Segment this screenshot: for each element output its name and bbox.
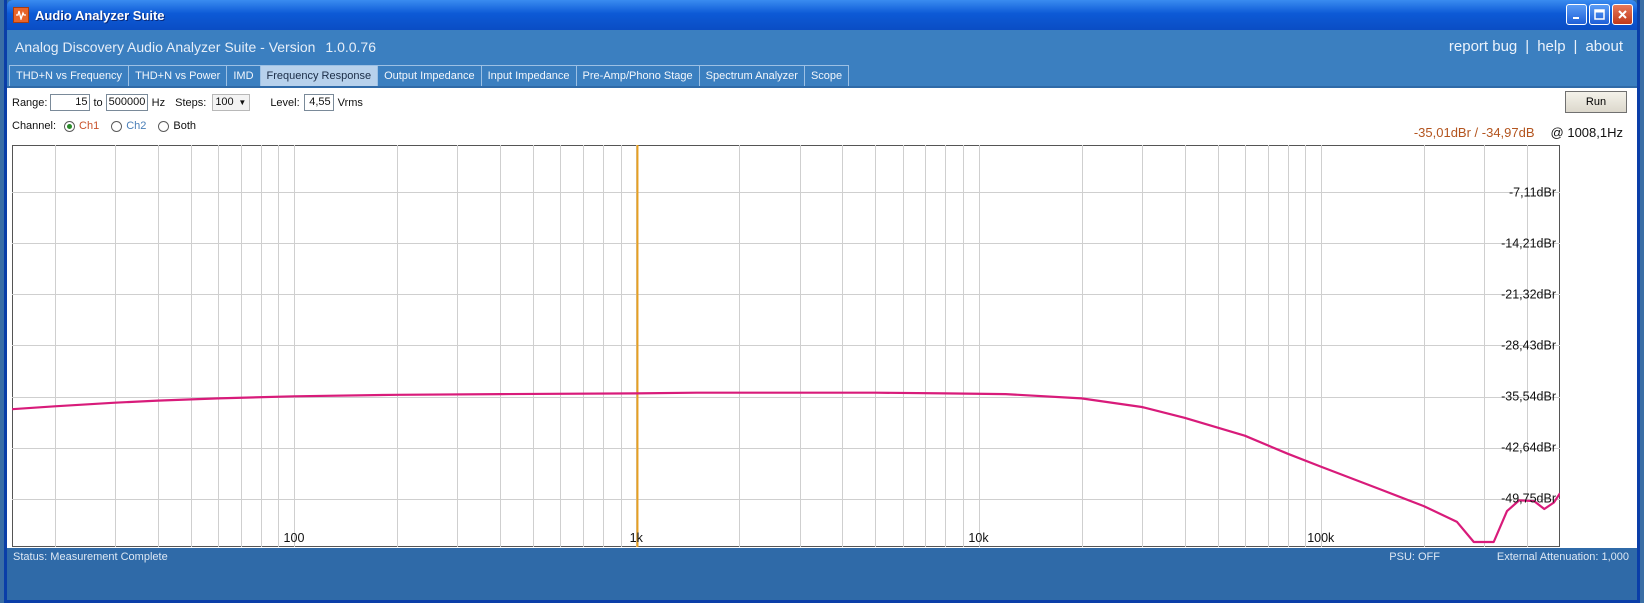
steps-value: 100 [215, 96, 234, 108]
cursor-readout: -35,01dBr / -34,97dB @ 1008,1Hz [1414, 125, 1623, 140]
tab-thdn-vs-power[interactable]: THD+N vs Power [128, 65, 228, 86]
chart-svg[interactable]: -7,11dBr -14,21dBr -21,32dBr -28,43dBr -35,5… [11, 145, 1561, 547]
app-version: 1.0.0.76 [325, 39, 376, 55]
app-title: Analog Discovery Audio Analyzer Suite - … [15, 39, 376, 55]
minimize-icon[interactable] [1566, 4, 1587, 25]
ch1-label[interactable]: Ch1 [79, 120, 99, 132]
link-separator: | [1525, 38, 1530, 55]
x-tick-label: 100 [284, 531, 305, 545]
range-to-input[interactable]: 500000 [105, 94, 148, 111]
level-input[interactable]: 4,55 [303, 94, 334, 111]
chevron-down-icon: ▼ [238, 98, 247, 107]
x-tick-label: 1k [630, 531, 644, 545]
maximize-icon[interactable] [1589, 4, 1610, 25]
ch2-label[interactable]: Ch2 [126, 120, 146, 132]
link-separator: | [1573, 38, 1578, 55]
report-bug-link[interactable]: report bug [1449, 38, 1517, 55]
range-label: Range: [12, 96, 48, 109]
both-radio[interactable] [158, 120, 170, 132]
run-button[interactable]: Run [1565, 91, 1627, 113]
y-tick-label: -42,64dBr [1501, 441, 1556, 455]
y-tick-label: -49,75dBr [1501, 492, 1556, 506]
tab-spectrum-analyzer[interactable]: Spectrum Analyzer [698, 65, 805, 86]
both-label[interactable]: Both [173, 120, 196, 132]
y-tick-label: -14,21dBr [1501, 236, 1556, 250]
status-bar: Status: Measurement Complete PSU: OFF Ex… [7, 548, 1637, 567]
steps-label: Steps: [175, 96, 207, 109]
app-window: Audio Analyzer Suite Analog Discovery Au… [4, 0, 1640, 603]
y-tick-label: -21,32dBr [1501, 287, 1556, 301]
ch2-radio[interactable] [111, 120, 123, 132]
title-bar[interactable]: Audio Analyzer Suite [7, 0, 1637, 30]
about-link[interactable]: about [1585, 38, 1623, 55]
y-tick-label: -28,43dBr [1501, 338, 1556, 352]
range-from-input[interactable]: 15 [50, 94, 91, 111]
channel-label: Channel: [12, 120, 57, 132]
app-name: Analog Discovery Audio Analyzer Suite - … [15, 39, 316, 55]
tab-scope[interactable]: Scope [803, 65, 850, 86]
external-attenuation: External Attenuation: 1,000 [1496, 551, 1629, 563]
window-title: Audio Analyzer Suite [35, 7, 165, 23]
readout-frequency: @ 1008,1Hz [1550, 125, 1623, 140]
tab-input-impedance[interactable]: Input Impedance [480, 65, 577, 86]
x-tick-label: 10k [968, 531, 989, 545]
frequency-response-panel: Range: 15 to 500000 Hz Steps: 100 ▼ Level… [7, 88, 1637, 548]
level-unit: Vrms [337, 96, 363, 109]
level-label: Level: [270, 96, 300, 109]
hz-label: Hz [151, 96, 166, 109]
help-link[interactable]: help [1537, 38, 1565, 55]
tab-thdn-vs-frequency[interactable]: THD+N vs Frequency [9, 65, 130, 86]
frequency-response-chart[interactable]: -7,11dBr -14,21dBr -21,32dBr -28,43dBr -35,5… [11, 145, 1561, 547]
waveform-icon [13, 7, 29, 23]
y-tick-label: -7,11dBr [1509, 185, 1556, 199]
readout-values: -35,01dBr / -34,97dB [1413, 125, 1535, 140]
psu-status: PSU: OFF [1389, 551, 1440, 563]
status-text: Status: Measurement Complete [13, 551, 168, 563]
y-tick-label: -35,54dBr [1501, 390, 1556, 404]
tab-imd[interactable]: IMD [226, 65, 261, 86]
ch1-radio[interactable] [64, 120, 76, 132]
header-links: report bug | help | about [1449, 38, 1623, 55]
x-tick-label: 100k [1307, 531, 1335, 545]
tab-frequency-response[interactable]: Frequency Response [259, 65, 379, 86]
to-label: to [93, 96, 103, 109]
tab-output-impedance[interactable]: Output Impedance [377, 65, 482, 86]
close-icon[interactable] [1612, 4, 1633, 25]
tab-bar: THD+N vs Frequency THD+N vs Power IMD Fr… [7, 64, 1637, 86]
steps-select[interactable]: 100 ▼ [212, 94, 251, 111]
app-header: Analog Discovery Audio Analyzer Suite - … [7, 30, 1637, 64]
tab-preamp-phono-stage[interactable]: Pre-Amp/Phono Stage [575, 65, 700, 86]
